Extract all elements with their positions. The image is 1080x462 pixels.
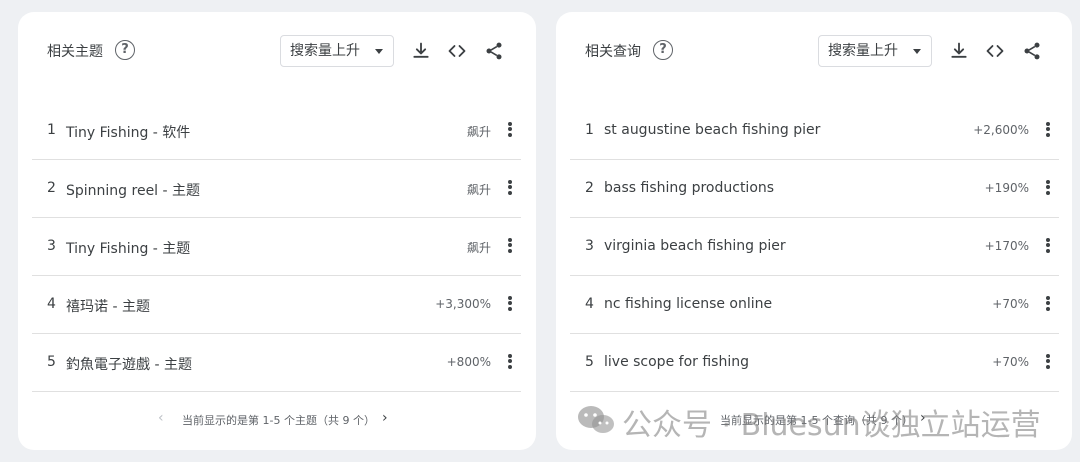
row-value: +70% bbox=[992, 355, 1029, 369]
row-index: 5 bbox=[585, 354, 594, 370]
sort-dropdown-label: 搜索量上升 bbox=[828, 43, 898, 59]
list-item[interactable]: 1 st augustine beach fishing pier +2,600… bbox=[570, 102, 1059, 160]
dropdown-caret-icon bbox=[375, 49, 383, 54]
row-index: 2 bbox=[47, 180, 56, 196]
help-icon[interactable]: ? bbox=[115, 40, 135, 60]
row-value: +170% bbox=[984, 239, 1029, 253]
row-index: 1 bbox=[47, 122, 56, 138]
chevron-right-icon[interactable]: › bbox=[382, 410, 388, 426]
row-label[interactable]: Spinning reel - 主题 bbox=[66, 180, 200, 200]
query-list: 1 st augustine beach fishing pier +2,600… bbox=[570, 102, 1059, 392]
row-index: 1 bbox=[585, 122, 594, 138]
row-value: 飙升 bbox=[466, 183, 491, 197]
topic-list: 1 Tiny Fishing - 软件 飙升 2 Spinning reel -… bbox=[32, 102, 521, 392]
row-value: +190% bbox=[984, 181, 1029, 195]
share-icon[interactable] bbox=[484, 41, 504, 61]
row-label[interactable]: live scope for fishing bbox=[604, 354, 749, 370]
row-label[interactable]: 禧玛诺 - 主题 bbox=[66, 296, 150, 316]
row-index: 3 bbox=[585, 238, 594, 254]
code-embed-icon[interactable] bbox=[985, 41, 1005, 61]
dropdown-caret-icon bbox=[913, 49, 921, 54]
sort-dropdown-label: 搜索量上升 bbox=[290, 43, 360, 59]
code-embed-icon[interactable] bbox=[447, 41, 467, 61]
list-item[interactable]: 3 Tiny Fishing - 主题 飙升 bbox=[32, 218, 521, 276]
more-vert-icon[interactable] bbox=[507, 120, 513, 140]
more-vert-icon[interactable] bbox=[1045, 352, 1051, 372]
list-item[interactable]: 4 禧玛诺 - 主题 +3,300% bbox=[32, 276, 521, 334]
list-item[interactable]: 5 live scope for fishing +70% bbox=[570, 334, 1059, 392]
more-vert-icon[interactable] bbox=[507, 236, 513, 256]
row-index: 2 bbox=[585, 180, 594, 196]
wechat-logo-icon bbox=[578, 406, 614, 433]
row-value: +2,600% bbox=[973, 123, 1029, 137]
row-index: 4 bbox=[585, 296, 594, 312]
download-icon[interactable] bbox=[411, 41, 431, 61]
list-item[interactable]: 4 nc fishing license online +70% bbox=[570, 276, 1059, 334]
pagination: ‹ 当前显示的是第 1-5 个主题（共 9 个） › bbox=[18, 410, 536, 428]
help-icon[interactable]: ? bbox=[653, 40, 673, 60]
row-label[interactable]: Tiny Fishing - 软件 bbox=[66, 122, 190, 142]
related-topics-panel: 相关主题 ? 搜索量上升 1 Tiny Fishing - 软件 飙升 2 Sp… bbox=[18, 12, 536, 450]
more-vert-icon[interactable] bbox=[507, 352, 513, 372]
chevron-left-icon[interactable]: ‹ bbox=[158, 410, 164, 426]
row-label[interactable]: virginia beach fishing pier bbox=[604, 238, 786, 254]
download-icon[interactable] bbox=[949, 41, 969, 61]
sort-dropdown[interactable]: 搜索量上升 bbox=[280, 35, 394, 67]
more-vert-icon[interactable] bbox=[1045, 120, 1051, 140]
row-index: 4 bbox=[47, 296, 56, 312]
row-index: 5 bbox=[47, 354, 56, 370]
related-queries-panel: 相关查询 ? 搜索量上升 1 st augustine beach fishin… bbox=[556, 12, 1072, 450]
row-label[interactable]: st augustine beach fishing pier bbox=[604, 122, 820, 138]
row-label[interactable]: nc fishing license online bbox=[604, 296, 772, 312]
list-item[interactable]: 2 Spinning reel - 主题 飙升 bbox=[32, 160, 521, 218]
list-item[interactable]: 1 Tiny Fishing - 软件 飙升 bbox=[32, 102, 521, 160]
row-value: +70% bbox=[992, 297, 1029, 311]
list-item[interactable]: 3 virginia beach fishing pier +170% bbox=[570, 218, 1059, 276]
panel-title: 相关查询 bbox=[585, 44, 641, 60]
row-label[interactable]: bass fishing productions bbox=[604, 180, 774, 196]
row-value: +800% bbox=[446, 355, 491, 369]
list-item[interactable]: 5 釣魚電子遊戲 - 主题 +800% bbox=[32, 334, 521, 392]
row-value: 飙升 bbox=[466, 125, 491, 139]
pagination-status: 当前显示的是第 1-5 个主题（共 9 个） bbox=[182, 414, 375, 427]
list-item[interactable]: 2 bass fishing productions +190% bbox=[570, 160, 1059, 218]
more-vert-icon[interactable] bbox=[507, 294, 513, 314]
watermark-text: 公众号 · Bluesun谈独立站运营 bbox=[622, 408, 1041, 443]
more-vert-icon[interactable] bbox=[1045, 294, 1051, 314]
sort-dropdown[interactable]: 搜索量上升 bbox=[818, 35, 932, 67]
row-label[interactable]: 釣魚電子遊戲 - 主题 bbox=[66, 354, 192, 374]
more-vert-icon[interactable] bbox=[1045, 236, 1051, 256]
row-label[interactable]: Tiny Fishing - 主题 bbox=[66, 238, 190, 258]
share-icon[interactable] bbox=[1022, 41, 1042, 61]
more-vert-icon[interactable] bbox=[1045, 178, 1051, 198]
panel-title: 相关主题 bbox=[47, 44, 103, 60]
row-value: 飙升 bbox=[466, 241, 491, 255]
more-vert-icon[interactable] bbox=[507, 178, 513, 198]
row-index: 3 bbox=[47, 238, 56, 254]
row-value: +3,300% bbox=[435, 297, 491, 311]
